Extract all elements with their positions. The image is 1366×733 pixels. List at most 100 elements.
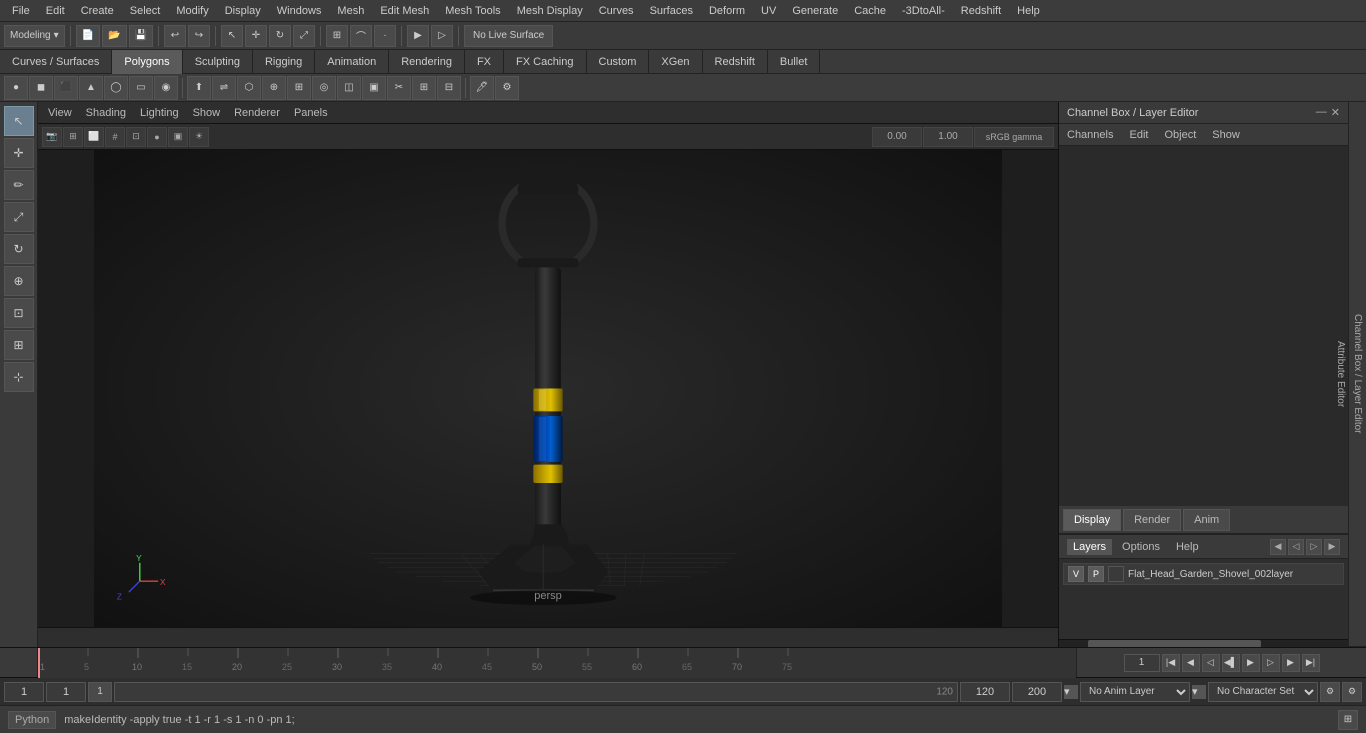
- range-end-input[interactable]: [960, 682, 1010, 702]
- vp-menu-panels[interactable]: Panels: [288, 105, 334, 121]
- vp-smooth-btn[interactable]: ●: [147, 127, 167, 147]
- vp-fit-btn[interactable]: ⊞: [63, 127, 83, 147]
- move-btn[interactable]: ✛: [245, 25, 267, 47]
- menu-create[interactable]: Create: [73, 3, 122, 19]
- mode-tab-animation[interactable]: Animation: [315, 50, 389, 74]
- extrude-btn[interactable]: ⬆: [187, 76, 211, 100]
- vp-frame-btn[interactable]: ⬜: [84, 127, 104, 147]
- mode-tab-fx[interactable]: FX: [465, 50, 504, 74]
- cb-tab-edit[interactable]: Edit: [1121, 126, 1156, 144]
- menu-modify[interactable]: Modify: [168, 3, 216, 19]
- snap-curve-btn[interactable]: ⌒: [350, 25, 372, 47]
- new-scene-btn[interactable]: 📄: [76, 25, 100, 47]
- play-fwd-btn[interactable]: ▶: [1242, 654, 1260, 672]
- vp-cam-btn[interactable]: 📷: [42, 127, 62, 147]
- mode-tab-polygons[interactable]: Polygons: [112, 50, 182, 74]
- append-btn[interactable]: ◫: [337, 76, 361, 100]
- menu-uv[interactable]: UV: [753, 3, 784, 19]
- save-btn[interactable]: 💾: [129, 25, 153, 47]
- layer-tab-help[interactable]: Help: [1170, 539, 1205, 555]
- menu-display[interactable]: Display: [217, 3, 269, 19]
- menu-surfaces[interactable]: Surfaces: [642, 3, 701, 19]
- viewport[interactable]: View Shading Lighting Show Renderer Pane…: [38, 102, 1058, 647]
- menu-file[interactable]: File: [4, 3, 38, 19]
- next-key-btn[interactable]: ▶: [1282, 654, 1300, 672]
- mode-tab-curves-surfaces[interactable]: Curves / Surfaces: [0, 50, 112, 74]
- layer-prev2-btn[interactable]: ◁: [1288, 539, 1304, 555]
- select-btn[interactable]: ↖: [221, 25, 243, 47]
- paint-select-btn[interactable]: 🖊: [470, 76, 494, 100]
- vp-menu-show[interactable]: Show: [187, 105, 227, 121]
- char-set-select[interactable]: No Character Set: [1208, 682, 1318, 702]
- menu-edit-mesh[interactable]: Edit Mesh: [372, 3, 437, 19]
- layer-tab-options[interactable]: Options: [1116, 539, 1166, 555]
- python-tab[interactable]: Python: [8, 711, 56, 729]
- render-btn[interactable]: ▶: [407, 25, 429, 47]
- redo-btn[interactable]: ↪: [188, 25, 210, 47]
- sphere-btn[interactable]: ●: [4, 76, 28, 100]
- snap-btn[interactable]: ⊞: [4, 330, 34, 360]
- menu-edit[interactable]: Edit: [38, 3, 73, 19]
- mode-tab-rendering[interactable]: Rendering: [389, 50, 465, 74]
- vp-menu-lighting[interactable]: Lighting: [134, 105, 185, 121]
- menu-curves[interactable]: Curves: [591, 3, 642, 19]
- mode-tab-bullet[interactable]: Bullet: [768, 50, 821, 74]
- mode-tab-redshift[interactable]: Redshift: [703, 50, 768, 74]
- bevel-btn[interactable]: ⬡: [237, 76, 261, 100]
- vp-wireframe-btn[interactable]: ⊡: [126, 127, 146, 147]
- vp-light-btn[interactable]: ☀: [189, 127, 209, 147]
- open-btn[interactable]: 📂: [102, 25, 126, 47]
- scale-mode-btn[interactable]: ⤢: [4, 202, 34, 232]
- workspace-dropdown[interactable]: Modeling ▾: [4, 25, 65, 47]
- merge-btn[interactable]: ⊕: [262, 76, 286, 100]
- menu-windows[interactable]: Windows: [269, 3, 330, 19]
- rotate-mode-btn[interactable]: ↻: [4, 234, 34, 264]
- cb-tab-channels[interactable]: Channels: [1059, 126, 1121, 144]
- plane-btn[interactable]: ▭: [129, 76, 153, 100]
- menu-cache[interactable]: Cache: [846, 3, 894, 19]
- tab-anim[interactable]: Anim: [1183, 509, 1230, 531]
- layer-scrollbar[interactable]: [1059, 639, 1348, 647]
- anim-prefs-btn[interactable]: ⚙: [1342, 682, 1362, 702]
- select-mode-btn[interactable]: ↖: [4, 106, 34, 136]
- range-end2-input[interactable]: [1012, 682, 1062, 702]
- step-back-btn[interactable]: ◁: [1202, 654, 1220, 672]
- layer-type-btn[interactable]: [1108, 566, 1124, 582]
- playback-range[interactable]: 120: [114, 682, 958, 702]
- vp-menu-shading[interactable]: Shading: [80, 105, 132, 121]
- menu-redshift[interactable]: Redshift: [953, 3, 1009, 19]
- live-surface-btn[interactable]: No Live Surface: [464, 25, 553, 47]
- scale-btn[interactable]: ⤢: [293, 25, 315, 47]
- settings-btn[interactable]: ⚙: [495, 76, 519, 100]
- rotate-btn[interactable]: ↻: [269, 25, 291, 47]
- mode-tab-sculpting[interactable]: Sculpting: [183, 50, 253, 74]
- cylinder-btn[interactable]: ⬛: [54, 76, 78, 100]
- vert-tab-channel-box[interactable]: Channel Box / Layer Editor: [1349, 102, 1366, 647]
- menu-mesh[interactable]: Mesh: [329, 3, 372, 19]
- skip-to-end-btn[interactable]: ▶|: [1302, 654, 1320, 672]
- script-editor-btn[interactable]: ⊞: [1338, 710, 1358, 730]
- subdivide-btn[interactable]: ⊞: [287, 76, 311, 100]
- cb-tab-object[interactable]: Object: [1156, 126, 1204, 144]
- timeline-ruler[interactable]: 1 5 10 15 20 25 30 35 40 45 50: [38, 648, 1076, 678]
- menu-3dtall[interactable]: -3DtoAll-: [894, 3, 953, 19]
- cube-btn[interactable]: ◼: [29, 76, 53, 100]
- insert-btn[interactable]: ⊟: [437, 76, 461, 100]
- fill-btn[interactable]: ▣: [362, 76, 386, 100]
- layer-visibility-btn[interactable]: V: [1068, 566, 1084, 582]
- skip-to-start-btn[interactable]: |◀: [1162, 654, 1180, 672]
- soft-mod-btn[interactable]: ⊡: [4, 298, 34, 328]
- vp-texture-btn[interactable]: ▣: [168, 127, 188, 147]
- vp-gamma-btn[interactable]: sRGB gamma: [974, 127, 1054, 147]
- current-frame-input2[interactable]: [46, 682, 86, 702]
- cb-tab-show[interactable]: Show: [1204, 126, 1248, 144]
- tab-display[interactable]: Display: [1063, 509, 1121, 531]
- layer-prev-btn[interactable]: ◀: [1270, 539, 1286, 555]
- paint-mode-btn[interactable]: ✏: [4, 170, 34, 200]
- prev-key-btn[interactable]: ◀: [1182, 654, 1200, 672]
- undo-btn[interactable]: ↩: [164, 25, 186, 47]
- disk-btn[interactable]: ◉: [154, 76, 178, 100]
- mode-tab-xgen[interactable]: XGen: [649, 50, 702, 74]
- universal-manip-btn[interactable]: ⊕: [4, 266, 34, 296]
- vp-menu-renderer[interactable]: Renderer: [228, 105, 286, 121]
